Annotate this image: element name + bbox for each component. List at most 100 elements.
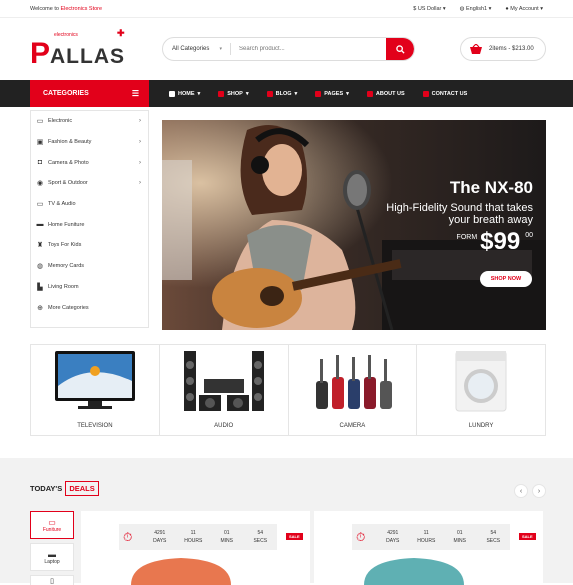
deal-card[interactable]: ⏱ 4291 DAYS 11 HOURS 01 MINS 54 SECS SALE: [81, 511, 310, 585]
search-category-label: All Categories: [172, 46, 210, 52]
language-selector[interactable]: ◍ English1 ▾: [460, 6, 492, 12]
tab-funiture[interactable]: ▭ Funiture: [30, 511, 74, 539]
banner-price-cents: 00: [525, 232, 533, 239]
chevron-right-icon: ›: [537, 487, 541, 495]
category-audio[interactable]: AUDIO: [160, 345, 289, 435]
sidebar-item-more-categories[interactable]: ⊕ More Categories: [31, 297, 148, 318]
sidebar-item-label: Home Funiture: [48, 221, 85, 228]
sidebar-item-tv-audio[interactable]: ▭ TV & Audio: [31, 194, 148, 215]
nav-item-label: BLOG: [275, 90, 292, 97]
globe-icon: ◍: [459, 5, 465, 12]
nav-item-shop[interactable]: SHOP ▾: [218, 90, 249, 97]
sidebar-item-electronic[interactable]: ▭ Electronic ›: [31, 111, 148, 132]
nav-item-home[interactable]: HOME ▾: [169, 90, 201, 97]
toy-icon: ♜: [36, 242, 44, 250]
sidebar-item-fashion-beauty[interactable]: ▣ Fashion & Beauty ›: [31, 132, 148, 153]
main-nav: CATEGORIES ☰ HOME ▾ SHOP ▾ BLOG ▾ PAGES ▾ ABOUT …: [0, 80, 573, 107]
shop-now-button[interactable]: SHOP NOW: [480, 271, 532, 287]
deal-card[interactable]: ⏱ 4291 DAYS 11 HOURS 01 MINS 54 SECS SALE: [314, 511, 543, 585]
currency-label: US Dollar: [417, 5, 442, 12]
countdown-timer: ⏱ 4291 DAYS 11 HOURS 01 MINS 54 SECS: [119, 524, 277, 550]
welcome-text: Welcome to Electronics Store: [30, 6, 102, 12]
category-television[interactable]: TELEVISION: [31, 345, 160, 435]
sale-badge: SALE: [286, 533, 303, 540]
logo-p: P: [30, 37, 51, 70]
phone-icon: ▯: [50, 577, 54, 585]
plus-circle-icon: ⊕: [37, 304, 43, 312]
sidebar-item-sport-outdoor[interactable]: ◉ Sport & Outdoor ›: [31, 173, 148, 194]
timer-mins-label: MINS: [220, 538, 234, 544]
sidebar-item-label: Electronic: [48, 118, 73, 125]
account-menu[interactable]: ● My Account ▾: [505, 6, 543, 12]
sidebar-item-label: Toys For Kids: [48, 242, 82, 249]
nav-item-label: CONTACT US: [431, 90, 468, 97]
image-icon: ▣: [36, 139, 44, 147]
camera-image: [315, 355, 392, 409]
language-label: English1: [466, 5, 488, 12]
categories-toggle[interactable]: CATEGORIES ☰: [30, 80, 149, 107]
timer-hours: 11: [190, 530, 196, 536]
deals-title-highlight: DEALS: [65, 481, 99, 496]
tab-phone[interactable]: ▯: [30, 575, 74, 585]
logo[interactable]: P ALLAS electronics ✚: [30, 28, 130, 70]
nav-item-label: SHOP: [227, 90, 243, 97]
timer-secs: 54: [490, 530, 497, 536]
camera-icon: ◘: [37, 159, 43, 167]
top-bar: Welcome to Electronics Store $ US Dollar…: [0, 0, 573, 18]
timer-secs: 54: [257, 530, 264, 536]
sidebar-item-memory-cards[interactable]: ◍ Memory Cards: [31, 256, 148, 277]
nav-item-contact-us[interactable]: CONTACT US: [422, 90, 468, 97]
deals-title-prefix: TODAY'S: [30, 484, 63, 493]
search-input[interactable]: [231, 46, 386, 52]
timer-days: 4291: [387, 530, 399, 536]
category-camera[interactable]: CAMERA: [289, 345, 418, 435]
timer-days-label: DAYS: [386, 538, 400, 544]
logo-tagline: electronics: [54, 32, 78, 38]
sidebar-item-label: Sport & Outdoor: [48, 180, 88, 187]
nav-icon: [266, 90, 273, 97]
category-strip: TELEVISION AUDIO CAMERA LUNDRY: [30, 344, 546, 436]
nav-menu: HOME ▾ SHOP ▾ BLOG ▾ PAGES ▾ ABOUT US CONTACT US: [169, 80, 467, 107]
sidebar-item-toys-for-kids[interactable]: ♜ Toys For Kids: [31, 235, 148, 256]
categories-label: CATEGORIES: [43, 90, 89, 97]
sidebar-item-label: Fashion & Beauty: [48, 139, 92, 146]
logo-plus-icon: ✚: [117, 28, 125, 38]
chevron-right-icon: ›: [139, 159, 141, 166]
nav-icon: [422, 90, 429, 97]
deals-tabs: ▭ Funiture ▬ Laptop ▯: [30, 511, 74, 585]
sidebar-item-home-funiture[interactable]: ▬ Home Funiture: [31, 214, 148, 235]
sidebar-item-label: TV & Audio: [48, 201, 76, 208]
cart-button[interactable]: 2items - $213.00: [460, 37, 546, 61]
sidebar-item-label: More Categories: [48, 304, 89, 311]
banner-subtitle-1: High-Fidelity Sound that takes: [386, 202, 533, 214]
deals-title: TODAY'S DEALS: [30, 481, 99, 496]
timer-hours-label: HOURS: [184, 538, 203, 544]
nav-item-about-us[interactable]: ABOUT US: [366, 90, 405, 97]
category-label: TELEVISION: [77, 423, 113, 429]
sidebar-item-label: Camera & Photo: [48, 159, 89, 166]
nav-icon: [315, 90, 322, 97]
timer-secs-label: SECS: [253, 538, 268, 544]
tab-laptop[interactable]: ▬ Laptop: [30, 543, 74, 571]
deals-prev-button[interactable]: ‹: [514, 484, 528, 498]
nav-item-pages[interactable]: PAGES ▾: [315, 90, 349, 97]
chevron-down-icon: ▾: [245, 90, 249, 97]
search-category-select[interactable]: All Categories ▾: [163, 43, 231, 55]
nav-icon: [366, 90, 373, 97]
currency-selector[interactable]: $ US Dollar ▾: [413, 6, 445, 12]
chevron-right-icon: ›: [139, 139, 141, 146]
chevron-down-icon: ▾: [197, 90, 201, 97]
sidebar-item-living-room[interactable]: ▙ Living Room: [31, 277, 148, 298]
deals-next-button[interactable]: ›: [532, 484, 546, 498]
sofa-icon: ▭: [48, 517, 56, 527]
hero-banner[interactable]: The NX-80 High-Fidelity Sound that takes…: [162, 120, 546, 330]
search-button[interactable]: [386, 38, 414, 60]
timer-mins: 01: [223, 530, 230, 536]
sidebar-item-camera-photo[interactable]: ◘ Camera & Photo ›: [31, 152, 148, 173]
category-laundry[interactable]: LUNDRY: [417, 345, 545, 435]
welcome-store-link[interactable]: Electronics Store: [60, 6, 102, 12]
banner-text: The NX-80 High-Fidelity Sound that takes…: [386, 178, 533, 256]
chevron-down-icon: ▾: [219, 46, 222, 52]
nav-item-blog[interactable]: BLOG ▾: [266, 90, 297, 97]
tab-label: Funiture: [42, 526, 62, 533]
